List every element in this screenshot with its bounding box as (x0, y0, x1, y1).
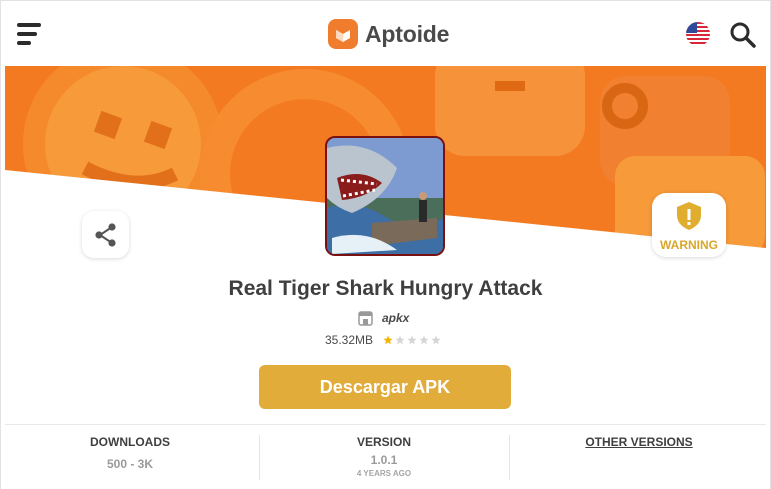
share-icon (94, 222, 116, 247)
app-title: Real Tiger Shark Hungry Attack (228, 277, 543, 300)
search-icon[interactable] (729, 21, 757, 49)
downloads-label: DOWNLOADS (90, 435, 170, 449)
star-empty-icon (431, 335, 441, 345)
app-icon (325, 136, 445, 256)
share-button[interactable] (82, 211, 129, 258)
star-empty-icon (419, 335, 429, 345)
other-versions-stat: OTHER VERSIONS (514, 435, 764, 449)
rating-stars (383, 335, 443, 345)
aptoide-logo-icon (328, 19, 358, 49)
star-empty-icon (407, 335, 417, 345)
us-flag-icon[interactable] (686, 22, 710, 46)
downloads-stat: DOWNLOADS 500 - 3K (5, 435, 255, 471)
other-versions-link[interactable]: OTHER VERSIONS (514, 435, 764, 449)
warning-badge[interactable]: WARNING (652, 193, 726, 257)
star-filled-icon (383, 335, 393, 345)
developer-name: apkx (382, 311, 410, 325)
app-stats: DOWNLOADS 500 - 3K VERSION 1.0.1 4 YEARS… (5, 424, 766, 489)
hamburger-menu-icon[interactable] (17, 23, 43, 47)
version-date: 4 YEARS AGO (356, 469, 412, 478)
app-meta: 35.32MB (325, 332, 443, 348)
shield-warning-icon (677, 202, 701, 230)
developer-link[interactable]: apkx (358, 309, 409, 327)
brand-name: Aptoide (365, 20, 450, 47)
download-apk-button[interactable]: Descargar APK (259, 365, 511, 409)
version-label: VERSION (356, 435, 411, 449)
app-size: 35.32MB (325, 333, 374, 347)
aptoide-logo[interactable]: Aptoide (328, 18, 449, 50)
version-stat: VERSION 1.0.1 4 YEARS AGO (259, 435, 509, 478)
store-icon (358, 310, 373, 326)
divider (509, 435, 510, 480)
star-empty-icon (395, 335, 405, 345)
downloads-value: 500 - 3K (106, 457, 154, 471)
warning-label: WARNING (660, 238, 718, 252)
version-value: 1.0.1 (370, 453, 398, 467)
top-navigation-bar: Aptoide (0, 0, 771, 66)
